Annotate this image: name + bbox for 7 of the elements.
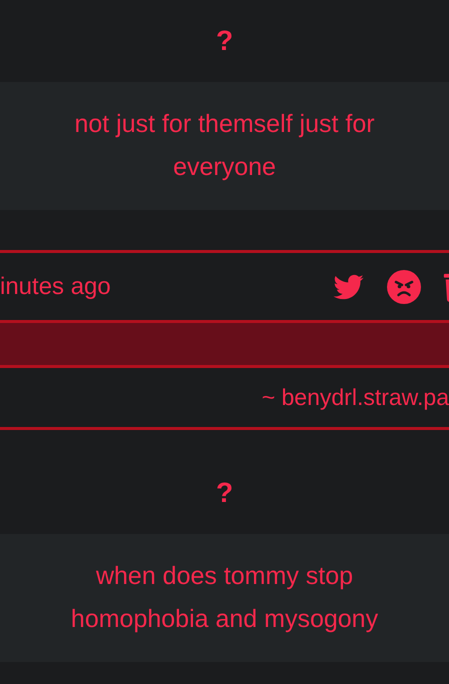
answer-text: not just for themself just for everyone: [73, 109, 376, 183]
question-mark: ?: [216, 479, 234, 507]
timestamp: inutes ago: [0, 272, 111, 302]
angry-face-icon[interactable]: [387, 270, 421, 304]
question-mark: ?: [216, 27, 234, 55]
answer-text: when does tommy stop homophobia and mysogony: [70, 561, 380, 635]
author-name: ~ benydrl.straw.pa: [262, 383, 449, 412]
